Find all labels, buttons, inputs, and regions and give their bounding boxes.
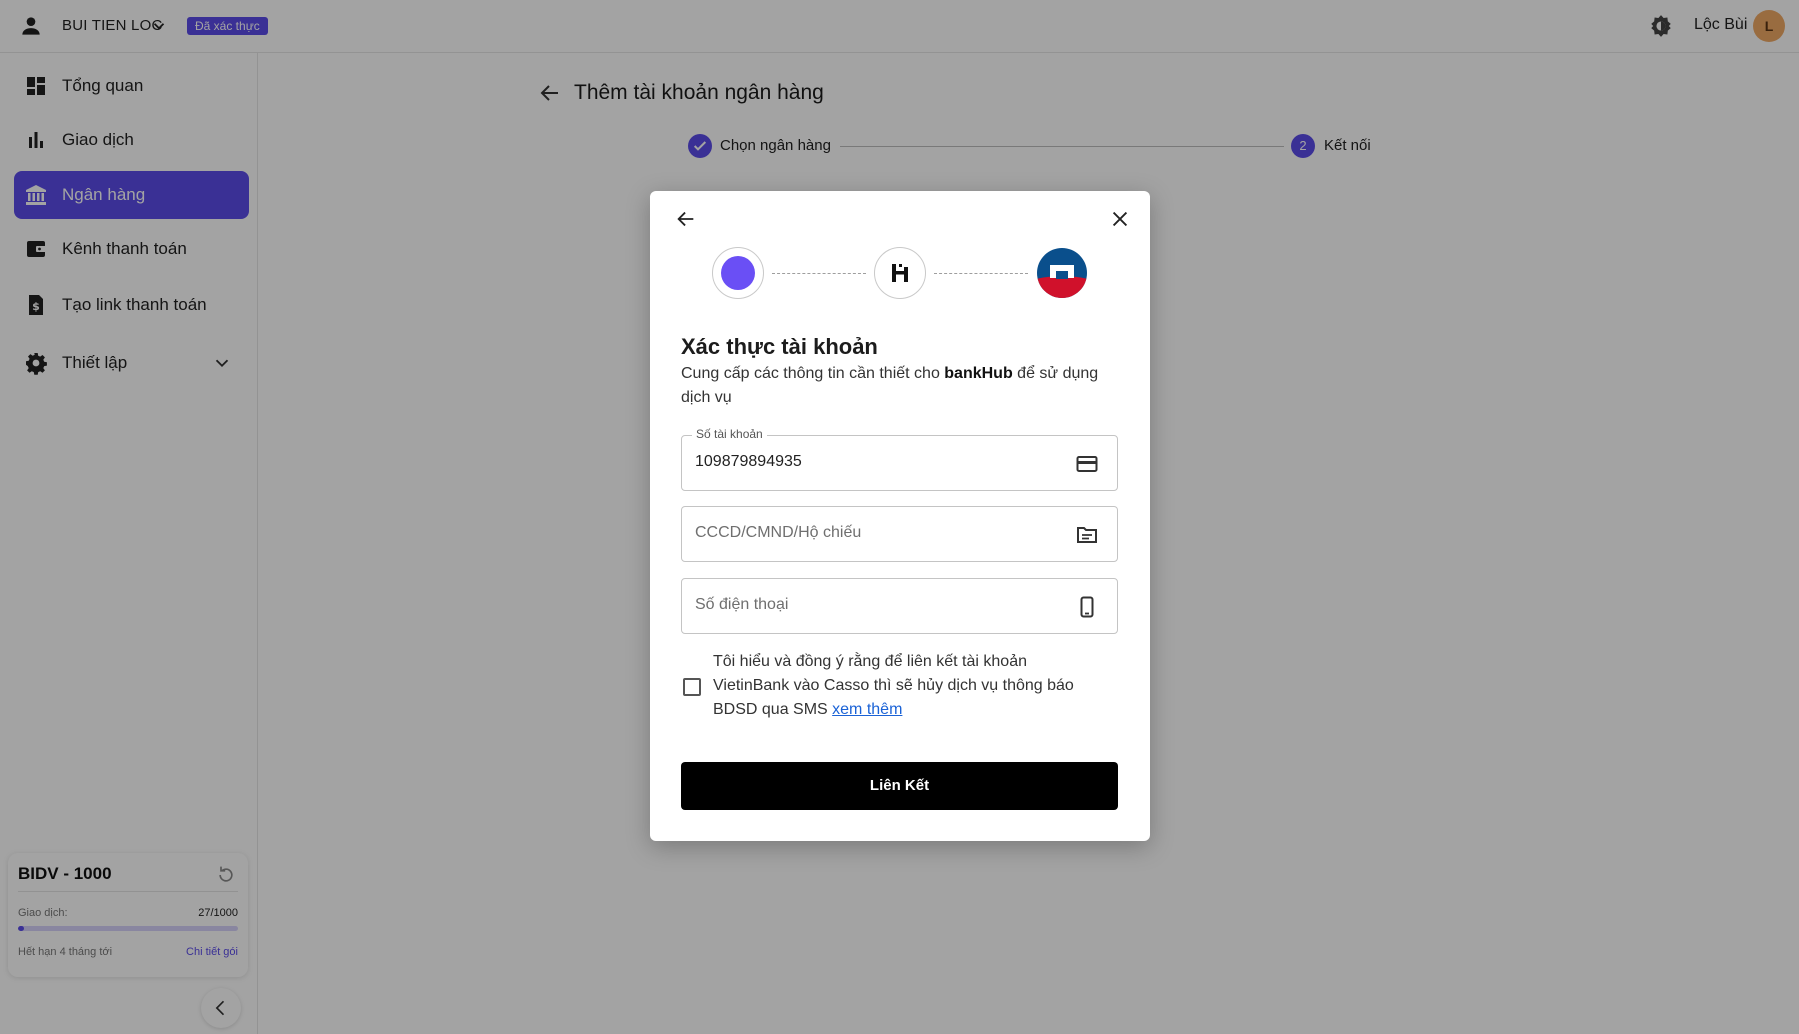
back-arrow-icon[interactable] (675, 208, 697, 230)
brand-name: bankHub (944, 365, 1013, 382)
id-number-input[interactable] (695, 524, 1055, 542)
vietinbank-logo (1037, 248, 1087, 298)
phone-field[interactable] (681, 578, 1118, 634)
see-more-link[interactable]: xem thêm (832, 701, 902, 718)
credit-card-icon (1076, 456, 1098, 472)
phone-input[interactable] (695, 596, 1055, 614)
dialog-title: Xác thực tài khoản (681, 334, 878, 359)
dialog-description: Cung cấp các thông tin cần thiết cho ban… (681, 362, 1121, 410)
consent-text: Tôi hiểu và đồng ý rằng để liên kết tài … (713, 650, 1103, 722)
description-text: Cung cấp các thông tin cần thiết cho (681, 365, 945, 382)
link-account-button[interactable]: Liên Kết (681, 762, 1118, 810)
consent-checkbox[interactable] (683, 678, 701, 696)
id-number-field[interactable] (681, 506, 1118, 562)
phone-icon (1080, 596, 1094, 618)
account-number-field[interactable]: Số tài khoản (681, 427, 1118, 491)
bankhub-logo (874, 247, 926, 299)
connector-line (934, 273, 1028, 274)
id-card-icon (1077, 527, 1097, 543)
verify-account-dialog: Xác thực tài khoản Cung cấp các thông ti… (650, 191, 1150, 841)
field-label: Số tài khoản (692, 427, 767, 441)
casso-logo (712, 247, 764, 299)
connector-line (772, 273, 866, 274)
close-icon[interactable] (1109, 208, 1131, 230)
account-number-input[interactable] (695, 453, 1055, 471)
